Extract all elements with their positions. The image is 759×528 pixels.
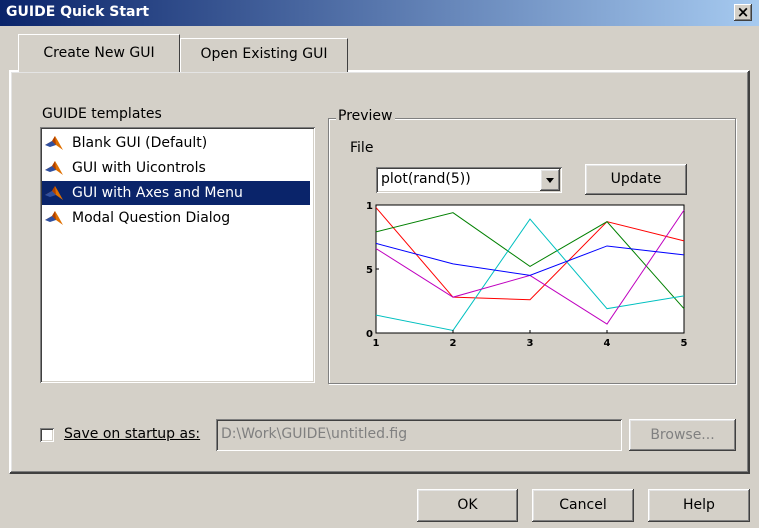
template-modal-question-dialog[interactable]: Modal Question Dialog: [42, 206, 310, 230]
browse-button[interactable]: Browse...: [629, 419, 736, 451]
tab-create-new-gui[interactable]: Create New GUI: [18, 34, 180, 72]
matlab-icon: [45, 136, 63, 150]
save-on-startup-label: Save on startup as:: [64, 426, 201, 442]
list-item-label: GUI with Uicontrols: [72, 160, 206, 176]
x-tick-label: 5: [681, 338, 688, 349]
ok-button[interactable]: OK: [417, 489, 518, 522]
cancel-button[interactable]: Cancel: [532, 489, 634, 522]
file-popup-menu[interactable]: plot(rand(5)): [376, 167, 562, 193]
preview-axes: 1 2 3 4 5 0 0.5 1: [366, 201, 688, 349]
close-button[interactable]: ×: [734, 4, 752, 21]
matlab-icon: [45, 161, 63, 175]
list-item-label: GUI with Axes and Menu: [72, 185, 243, 201]
list-item-label: Blank GUI (Default): [72, 135, 208, 151]
preview-label: Preview: [336, 108, 395, 124]
templates-listbox[interactable]: Blank GUI (Default) GUI with Uicontrols …: [40, 127, 315, 383]
x-tick-label: 4: [604, 338, 611, 349]
list-item-label: Modal Question Dialog: [72, 210, 231, 226]
save-on-startup-checkbox[interactable]: [40, 428, 54, 442]
file-label: File: [350, 140, 374, 156]
x-tick-label: 1: [373, 338, 380, 349]
y-tick-label: 1: [366, 201, 373, 212]
template-blank-gui[interactable]: Blank GUI (Default): [42, 131, 310, 155]
y-tick-label: 0: [366, 329, 373, 340]
y-tick-label: 0.5: [366, 265, 373, 276]
x-tick-label: 3: [527, 338, 534, 349]
window-title: GUIDE Quick Start: [6, 4, 150, 20]
x-tick-label: 2: [450, 338, 457, 349]
popup-value: plot(rand(5)): [381, 171, 471, 187]
save-path-value: D:\Work\GUIDE\untitled.fig: [221, 426, 408, 442]
close-icon: ×: [736, 3, 750, 21]
update-button[interactable]: Update: [585, 164, 687, 195]
save-path-field: D:\Work\GUIDE\untitled.fig: [216, 419, 622, 451]
matlab-icon: [45, 186, 63, 200]
template-gui-with-axes-and-menu[interactable]: GUI with Axes and Menu: [42, 181, 310, 205]
tab-label: Open Existing GUI: [200, 46, 328, 62]
template-gui-with-uicontrols[interactable]: GUI with Uicontrols: [42, 156, 310, 180]
templates-label: GUIDE templates: [42, 106, 162, 122]
matlab-icon: [45, 211, 63, 225]
chevron-down-icon: [546, 178, 554, 183]
tab-open-existing-gui[interactable]: Open Existing GUI: [180, 38, 348, 72]
dropdown-arrow[interactable]: [540, 169, 560, 191]
help-button[interactable]: Help: [648, 489, 750, 522]
plot-area: [375, 204, 685, 334]
tab-label: Create New GUI: [43, 45, 155, 61]
